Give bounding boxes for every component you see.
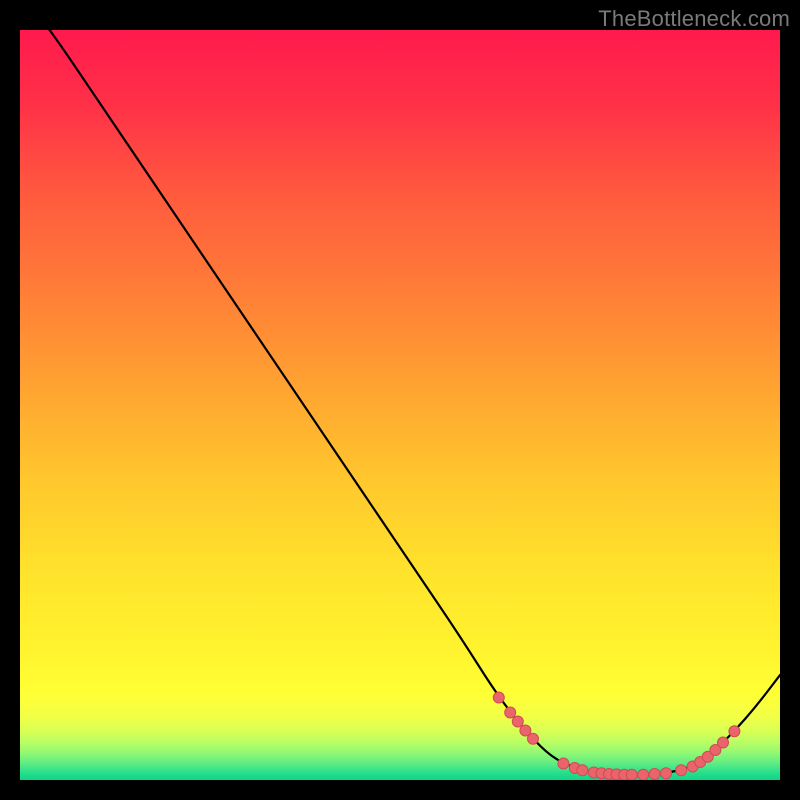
- data-marker: [493, 692, 504, 703]
- data-marker: [512, 716, 523, 727]
- data-marker: [505, 707, 516, 718]
- chart-container: TheBottleneck.com: [0, 0, 800, 800]
- data-marker: [676, 765, 687, 776]
- chart-svg: [20, 30, 780, 780]
- data-marker: [649, 769, 660, 780]
- data-marker: [729, 726, 740, 737]
- data-marker: [718, 737, 729, 748]
- plot-area: [20, 30, 780, 780]
- gradient-background: [20, 30, 780, 780]
- data-marker: [638, 769, 649, 780]
- data-marker: [626, 769, 637, 780]
- data-marker: [528, 733, 539, 744]
- data-marker: [558, 758, 569, 769]
- data-marker: [577, 765, 588, 776]
- watermark-text: TheBottleneck.com: [598, 6, 790, 32]
- data-marker: [661, 768, 672, 779]
